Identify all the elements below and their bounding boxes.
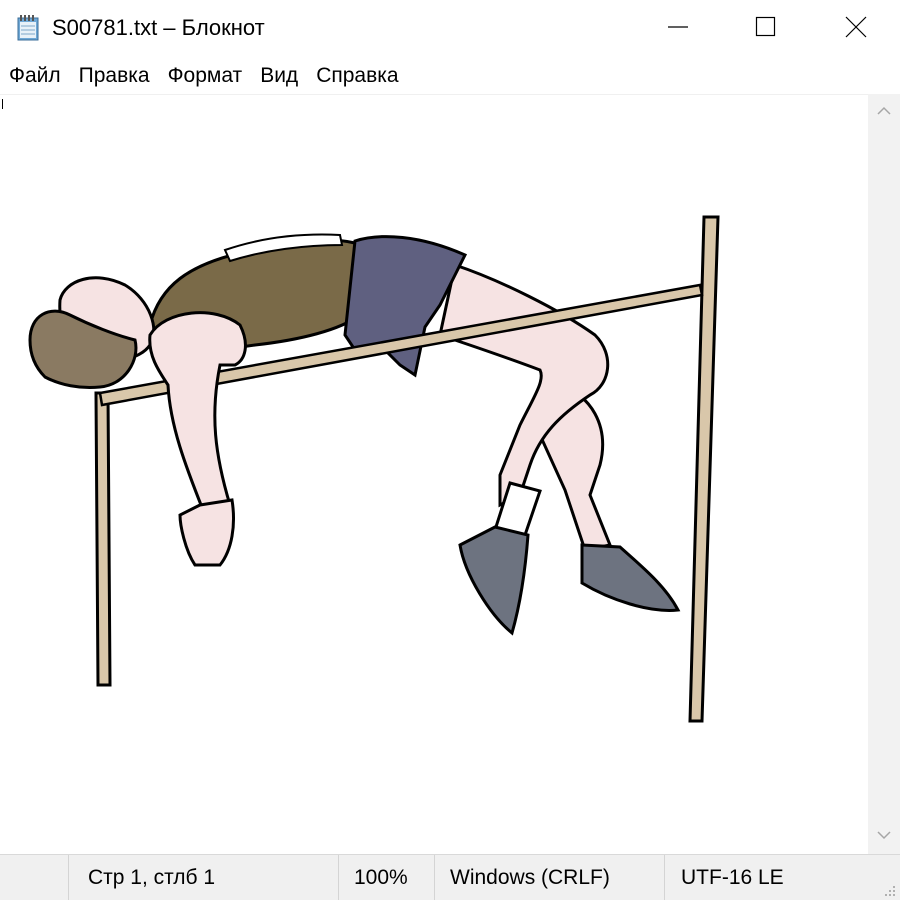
scroll-down-button[interactable] [868, 822, 900, 852]
status-zoom: 100% [354, 866, 408, 889]
high-jump-athlete-illustration [28, 215, 720, 723]
notepad-icon [16, 14, 42, 42]
status-separator [68, 855, 69, 900]
menu-file[interactable]: Файл [0, 64, 70, 88]
text-editor-area[interactable] [0, 94, 868, 855]
status-bar: Стр 1, стлб 1 100% Windows (CRLF) UTF-16… [0, 854, 900, 900]
chevron-down-icon [876, 828, 892, 846]
maximize-icon [755, 16, 777, 43]
status-line-endings: Windows (CRLF) [450, 866, 610, 889]
minimize-button[interactable] [632, 0, 724, 58]
status-encoding: UTF-16 LE [681, 866, 784, 889]
vertical-scrollbar[interactable] [868, 94, 900, 854]
chevron-up-icon [876, 104, 892, 122]
menu-format[interactable]: Формат [159, 64, 252, 88]
menu-view[interactable]: Вид [251, 64, 307, 88]
window-title: S00781.txt – Блокнот [52, 15, 265, 40]
status-cursor-position: Стр 1, стлб 1 [88, 866, 216, 889]
menu-edit[interactable]: Правка [70, 64, 159, 88]
status-separator [434, 855, 435, 900]
menu-bar: Файл Правка Формат Вид Справка [0, 58, 900, 94]
close-button[interactable] [810, 0, 900, 58]
notepad-window: S00781.txt – Блокнот Файл Правка Формат … [0, 0, 900, 900]
close-icon [845, 16, 867, 43]
menu-help[interactable]: Справка [307, 64, 407, 88]
scroll-up-button[interactable] [868, 98, 900, 128]
maximize-button[interactable] [720, 0, 812, 58]
status-separator [338, 855, 339, 900]
title-bar[interactable]: S00781.txt – Блокнот [0, 0, 900, 58]
minimize-icon [667, 16, 689, 43]
resize-grip-icon[interactable] [882, 883, 896, 897]
status-separator [664, 855, 665, 900]
